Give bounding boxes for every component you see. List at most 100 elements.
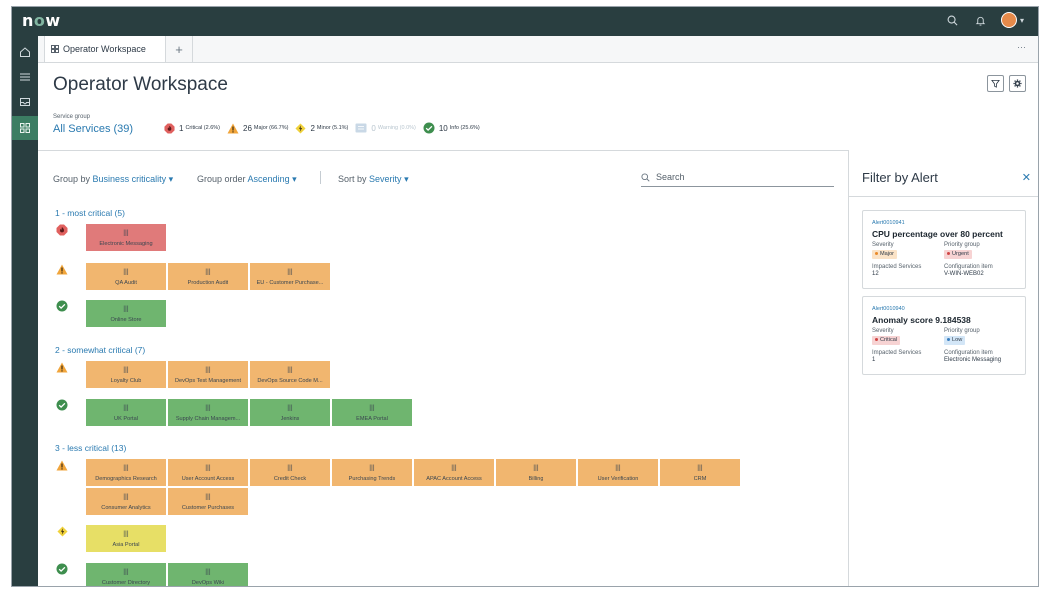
summary-minor-text: Minor (5.1%) bbox=[316, 125, 349, 131]
service-tile[interactable]: ꔖ APAC Account Access bbox=[414, 459, 494, 486]
severity-summary: 1 Critical (2.6%) 26 Major (66.7%) 2 Min… bbox=[164, 122, 487, 134]
side-nav bbox=[12, 36, 38, 586]
service-tile-label: Purchasing Trends bbox=[348, 475, 396, 482]
hierarchy-icon: ꔖ bbox=[205, 462, 211, 473]
gear-icon bbox=[1013, 79, 1022, 88]
service-tile[interactable]: ꔖ Customer Purchases bbox=[168, 488, 248, 515]
sort-by-label: Sort by bbox=[338, 174, 367, 184]
service-tile-label: UK Portal bbox=[114, 415, 138, 422]
warning-icon bbox=[355, 123, 367, 133]
service-tile[interactable]: ꔖ User Verification bbox=[578, 459, 658, 486]
service-tile-label: Credit Check bbox=[273, 475, 307, 482]
summary-major-count: 26 bbox=[243, 123, 252, 133]
major-warning-icon bbox=[55, 262, 69, 276]
service-tile[interactable]: ꔖ Production Audit bbox=[168, 263, 248, 290]
summary-warning-count: 0 bbox=[371, 123, 376, 133]
group-by-control[interactable]: Group by Business criticality ▾ bbox=[53, 174, 173, 185]
group-heading[interactable]: 2 - somewhat critical (7) bbox=[55, 345, 145, 355]
service-tile-label: Customer Purchases bbox=[181, 504, 235, 511]
top-bar: now ▾ bbox=[12, 7, 1038, 36]
service-tile[interactable]: ꔖ DevOps Wiki bbox=[168, 563, 248, 586]
summary-major-text: Major (66.7%) bbox=[253, 125, 289, 131]
service-tile[interactable]: ꔖ Supply Chain Managem... bbox=[168, 399, 248, 426]
summary-info-text: Info (25.6%) bbox=[449, 125, 480, 131]
summary-critical[interactable]: 1 Critical (2.6%) bbox=[164, 122, 220, 134]
list-icon[interactable] bbox=[12, 65, 38, 89]
user-avatar[interactable] bbox=[1000, 12, 1017, 28]
hierarchy-icon: ꔖ bbox=[205, 266, 211, 277]
service-tile-label: Supply Chain Managem... bbox=[175, 415, 241, 422]
service-tile[interactable]: ꔖ DevOps Source Code M... bbox=[250, 361, 330, 388]
service-tile-label: Consumer Analytics bbox=[101, 504, 151, 511]
alert-card[interactable]: Alert0010941 CPU percentage over 80 perc… bbox=[862, 210, 1026, 289]
service-tile[interactable]: ꔖ DevOps Test Management bbox=[168, 361, 248, 388]
service-tile[interactable]: ꔖ Jenkins bbox=[250, 399, 330, 426]
service-tile-label: DevOps Wiki bbox=[191, 579, 225, 586]
sort-by-control[interactable]: Sort by Severity ▾ bbox=[338, 174, 409, 185]
settings-button[interactable] bbox=[1009, 75, 1026, 92]
chevron-down-icon: ▾ bbox=[292, 174, 297, 184]
alert-number[interactable]: Alert0010941 bbox=[872, 220, 905, 226]
chevron-down-icon[interactable]: ▾ bbox=[1020, 16, 1024, 25]
priority-label: Priority group bbox=[944, 242, 980, 248]
summary-warning[interactable]: 0 Warning (0.0%) bbox=[355, 123, 416, 133]
service-tile[interactable]: ꔖ Billing bbox=[496, 459, 576, 486]
major-warning-icon bbox=[55, 458, 69, 472]
summary-minor[interactable]: 2 Minor (5.1%) bbox=[295, 122, 349, 134]
group-heading[interactable]: 3 - less critical (13) bbox=[55, 443, 126, 453]
now-logo[interactable]: now bbox=[22, 11, 61, 30]
hierarchy-icon: ꔖ bbox=[287, 266, 293, 277]
workspace-grid-icon[interactable] bbox=[12, 116, 38, 140]
grid-icon bbox=[51, 45, 59, 53]
group-order-control[interactable]: Group order Ascending ▾ bbox=[197, 174, 297, 185]
major-warning-icon bbox=[55, 360, 69, 374]
service-tile[interactable]: ꔖ UK Portal bbox=[86, 399, 166, 426]
minor-icon bbox=[295, 122, 306, 134]
search-icon[interactable] bbox=[945, 12, 961, 28]
home-icon[interactable] bbox=[12, 40, 38, 64]
service-tile[interactable]: ꔖ Online Store bbox=[86, 300, 166, 327]
tab-operator-workspace[interactable]: Operator Workspace bbox=[44, 36, 166, 62]
inbox-icon[interactable] bbox=[12, 90, 38, 114]
workspace-header: Operator Workspace Service group All Ser… bbox=[38, 62, 1038, 151]
summary-major[interactable]: 26 Major (66.7%) bbox=[227, 123, 288, 134]
more-icon[interactable]: ··· bbox=[1017, 42, 1026, 52]
service-tile-label: QA Audit bbox=[115, 279, 137, 286]
filter-button[interactable] bbox=[987, 75, 1004, 92]
severity-label: Severity bbox=[872, 328, 894, 334]
group-order-label: Group order bbox=[197, 174, 246, 184]
service-tile[interactable]: ꔖ CRM bbox=[660, 459, 740, 486]
group-heading[interactable]: 1 - most critical (5) bbox=[55, 208, 125, 218]
service-tile[interactable]: ꔖ Demographics Research bbox=[86, 459, 166, 486]
alert-number[interactable]: Alert0010940 bbox=[872, 306, 905, 312]
hierarchy-icon: ꔖ bbox=[205, 402, 211, 413]
search-input[interactable]: Search bbox=[641, 168, 834, 187]
service-tile[interactable]: ꔖ User Account Access bbox=[168, 459, 248, 486]
alert-title: CPU percentage over 80 percent bbox=[872, 229, 1003, 239]
hierarchy-icon: ꔖ bbox=[287, 364, 293, 375]
summary-info[interactable]: 10 Info (25.6%) bbox=[423, 122, 480, 134]
service-tile[interactable]: ꔖ Asia Portal bbox=[86, 525, 166, 552]
service-tile-label: EU - Customer Purchase... bbox=[256, 279, 324, 286]
service-tile[interactable]: ꔖ Electronic Messaging bbox=[86, 224, 166, 251]
service-tile[interactable]: ꔖ Customer Directory bbox=[86, 563, 166, 586]
alert-title: Anomaly score 9.184538 bbox=[872, 315, 971, 325]
critical-icon bbox=[164, 122, 175, 134]
service-tile[interactable]: ꔖ EMEA Portal bbox=[332, 399, 412, 426]
service-tile[interactable]: ꔖ QA Audit bbox=[86, 263, 166, 290]
close-icon[interactable]: ✕ bbox=[1022, 171, 1031, 184]
priority-badge: Low bbox=[944, 336, 966, 345]
summary-minor-count: 2 bbox=[310, 123, 315, 133]
service-tile[interactable]: ꔖ Credit Check bbox=[250, 459, 330, 486]
service-tile[interactable]: ꔖ Loyalty Club bbox=[86, 361, 166, 388]
bell-icon[interactable] bbox=[973, 12, 989, 28]
service-tile[interactable]: ꔖ Consumer Analytics bbox=[86, 488, 166, 515]
service-group-selector[interactable]: All Services (39) bbox=[53, 123, 133, 135]
tab-strip: Operator Workspace + ··· bbox=[38, 36, 1038, 63]
check-icon bbox=[55, 398, 69, 412]
ci-label: Configuration item bbox=[944, 264, 993, 270]
alert-card[interactable]: Alert0010940 Anomaly score 9.184538 Seve… bbox=[862, 296, 1026, 375]
add-tab-button[interactable]: + bbox=[166, 36, 193, 62]
service-tile[interactable]: ꔖ Purchasing Trends bbox=[332, 459, 412, 486]
service-tile[interactable]: ꔖ EU - Customer Purchase... bbox=[250, 263, 330, 290]
